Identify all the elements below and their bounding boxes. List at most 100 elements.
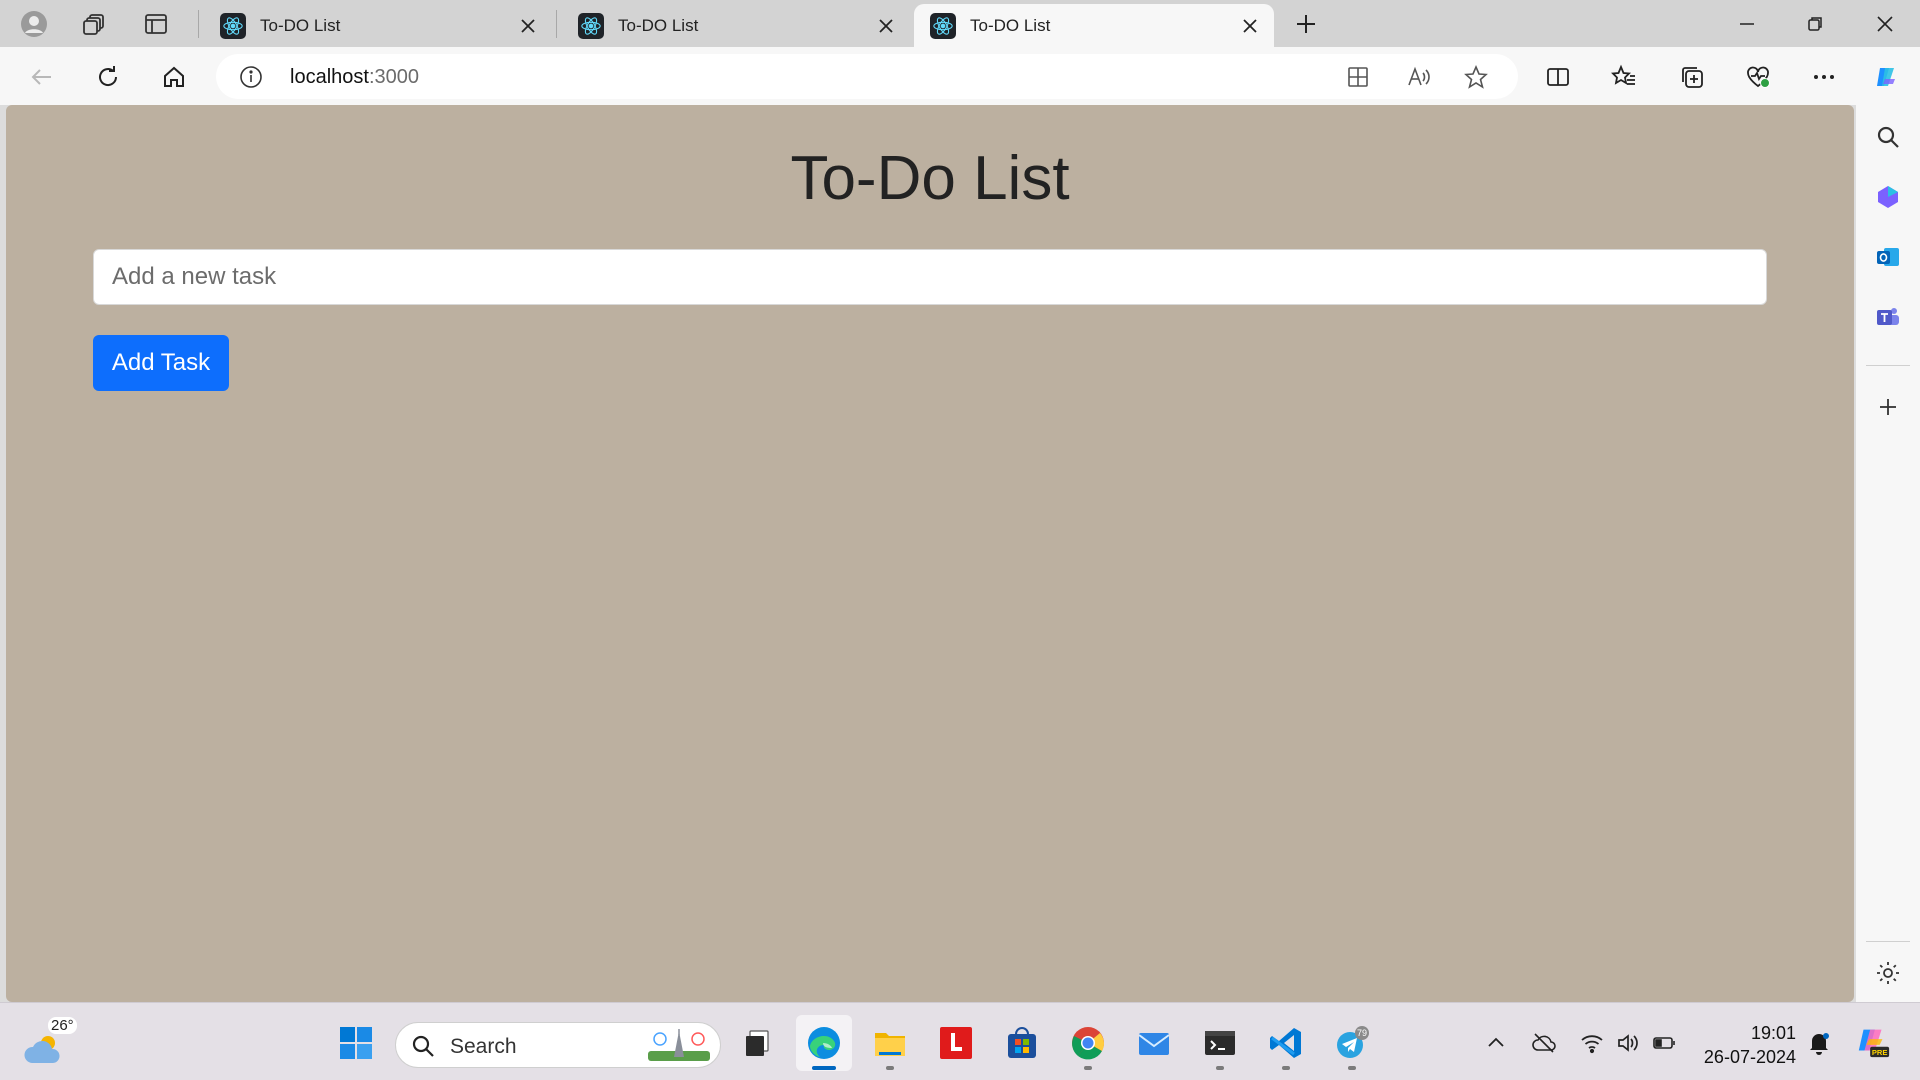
sidebar-search-button[interactable] — [1866, 115, 1910, 159]
react-favicon-icon — [578, 12, 604, 39]
close-icon — [521, 18, 535, 33]
tab-title: To-DO List — [260, 15, 341, 35]
sidebar-outlook-button[interactable] — [1866, 235, 1910, 279]
app-available-button[interactable] — [1344, 63, 1372, 91]
profile-button[interactable] — [12, 0, 56, 47]
battery-tray-button[interactable] — [1648, 1027, 1680, 1059]
taskbar-file-explorer[interactable] — [862, 1015, 918, 1071]
taskbar-mail[interactable] — [1126, 1015, 1182, 1071]
read-aloud-button[interactable] — [1404, 63, 1432, 91]
taskbar-vscode[interactable] — [1258, 1015, 1314, 1071]
windows-logo-icon — [340, 1027, 372, 1059]
page-title: To-Do List — [790, 144, 1070, 213]
task-view-icon — [746, 1030, 769, 1056]
close-icon — [1877, 15, 1893, 32]
windows-taskbar: 26° Search 79 19:01 26-07-2024 PRE — [0, 1002, 1920, 1080]
favorites-button[interactable] — [1602, 55, 1646, 99]
tab-todo-2[interactable]: To-DO List — [562, 4, 910, 47]
sidebar-teams-button[interactable] — [1866, 295, 1910, 339]
new-task-input[interactable] — [93, 249, 1767, 305]
volume-tray-button[interactable] — [1612, 1027, 1644, 1059]
taskbar-chrome[interactable] — [1060, 1015, 1116, 1071]
search-label: Search — [450, 1035, 517, 1058]
taskbar-app-l[interactable] — [928, 1015, 984, 1071]
workspaces-icon — [83, 13, 104, 35]
search-icon — [1877, 126, 1899, 148]
browser-toolbar: localhost:3000 — [0, 47, 1920, 105]
telegram-icon: 79 — [1337, 1026, 1369, 1058]
task-view-button[interactable] — [730, 1015, 786, 1071]
onedrive-tray-button[interactable] — [1528, 1027, 1560, 1059]
info-icon[interactable] — [238, 64, 264, 90]
system-clock[interactable]: 19:01 26-07-2024 — [1686, 1021, 1796, 1069]
close-icon — [1243, 18, 1257, 33]
url-text[interactable]: localhost:3000 — [290, 66, 419, 89]
sidebar-add-button[interactable] — [1866, 385, 1910, 429]
new-tab-button[interactable] — [1286, 6, 1326, 42]
refresh-button[interactable] — [86, 55, 130, 99]
outlook-icon — [1877, 248, 1899, 266]
store-icon — [1008, 1027, 1036, 1058]
close-icon — [879, 18, 893, 33]
split-screen-button[interactable] — [1536, 55, 1580, 99]
taskbar-microsoft-store[interactable] — [994, 1015, 1050, 1071]
react-favicon-icon — [220, 12, 246, 39]
profile-avatar-icon — [21, 10, 47, 37]
taskbar-edge[interactable] — [796, 1015, 852, 1071]
taskbar-terminal[interactable] — [1192, 1015, 1248, 1071]
add-task-button[interactable]: Add Task — [93, 335, 229, 391]
tab-title: To-DO List — [970, 15, 1051, 35]
search-icon — [412, 1035, 434, 1057]
notifications-button[interactable] — [1803, 1027, 1835, 1059]
tab-todo-3-active[interactable]: To-DO List — [914, 4, 1274, 47]
vertical-tabs-icon — [145, 13, 167, 34]
copilot-button[interactable] — [1864, 55, 1908, 99]
plus-icon — [1880, 399, 1896, 415]
designer-icon — [1878, 186, 1898, 208]
l-app-icon — [940, 1027, 972, 1059]
tab-close-button[interactable] — [874, 14, 898, 38]
star-icon — [1464, 64, 1488, 89]
tab-todo-1[interactable]: To-DO List — [204, 4, 552, 47]
speaker-icon — [1618, 1034, 1638, 1052]
close-window-button[interactable] — [1852, 0, 1918, 47]
vscode-icon — [1270, 1028, 1301, 1058]
address-bar[interactable]: localhost:3000 — [216, 54, 1518, 99]
tab-divider — [198, 10, 199, 38]
settings-more-button[interactable] — [1802, 55, 1846, 99]
running-indicator — [1282, 1066, 1290, 1070]
back-button[interactable] — [20, 55, 64, 99]
wifi-icon — [1581, 1035, 1603, 1054]
tab-actions-button[interactable] — [134, 0, 178, 47]
chevron-up-icon — [1488, 1037, 1504, 1047]
restore-icon — [1808, 16, 1822, 31]
battery-icon — [1653, 1037, 1675, 1049]
restore-button[interactable] — [1782, 0, 1848, 47]
running-indicator — [886, 1066, 894, 1070]
workspaces-button[interactable] — [72, 0, 116, 47]
collections-button[interactable] — [1670, 55, 1714, 99]
wifi-tray-button[interactable] — [1576, 1027, 1608, 1059]
minimize-icon — [1740, 22, 1754, 25]
sidebar-copilot-designer-button[interactable] — [1866, 175, 1910, 219]
sidebar-settings-button[interactable] — [1866, 951, 1910, 995]
edge-browser-icon — [808, 1027, 840, 1059]
tab-close-button[interactable] — [516, 14, 540, 38]
taskbar-search-box[interactable]: Search — [395, 1022, 721, 1068]
browser-essentials-button[interactable] — [1736, 55, 1780, 99]
show-hidden-icons-button[interactable] — [1480, 1027, 1512, 1059]
react-favicon-icon — [930, 12, 956, 39]
weather-widget[interactable]: 26° — [22, 1017, 82, 1067]
taskbar-telegram[interactable]: 79 — [1324, 1015, 1380, 1071]
edge-sidebar — [1856, 105, 1920, 1002]
tab-close-button[interactable] — [1238, 14, 1262, 38]
home-button[interactable] — [152, 55, 196, 99]
copilot-preview-tray-button[interactable]: PRE — [1854, 1023, 1892, 1061]
read-aloud-icon — [1408, 66, 1430, 86]
minimize-button[interactable] — [1714, 0, 1780, 47]
terminal-icon — [1205, 1031, 1235, 1055]
start-button[interactable] — [328, 1015, 384, 1071]
favorite-star-button[interactable] — [1462, 63, 1490, 91]
chrome-icon — [1072, 1027, 1105, 1060]
heart-pulse-icon — [1747, 66, 1770, 88]
